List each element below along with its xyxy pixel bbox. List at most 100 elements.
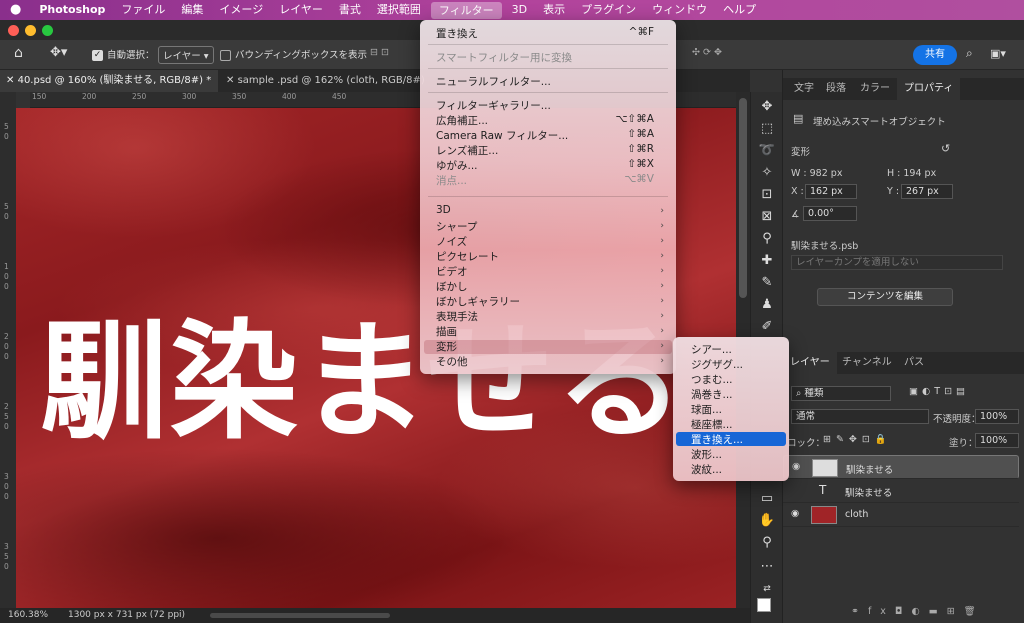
layer-comp-select[interactable]: レイヤーカンプを適用しない bbox=[791, 255, 1003, 270]
angle-field[interactable]: 0.00° bbox=[803, 206, 857, 221]
share-button[interactable]: 共有 bbox=[913, 45, 957, 65]
menu-filter[interactable]: フィルター bbox=[430, 1, 502, 19]
height-value[interactable]: H : 194 px bbox=[887, 168, 936, 179]
tab-color[interactable]: カラー bbox=[853, 78, 897, 100]
menu-item-blur[interactable]: ぼかし bbox=[436, 279, 468, 294]
submenu-item-pinch[interactable]: つまむ... bbox=[691, 372, 733, 387]
width-value[interactable]: W : 982 px bbox=[791, 168, 842, 179]
hand-tool-icon[interactable]: ✋ bbox=[757, 512, 777, 530]
y-field[interactable]: 267 px bbox=[901, 184, 953, 199]
menu-view[interactable]: 表示 bbox=[535, 0, 573, 20]
close-window-icon[interactable] bbox=[8, 25, 19, 36]
tab-document-sample[interactable]: ✕ sample .psd @ 162% (cloth, RGB/8#) bbox=[220, 70, 425, 92]
submenu-item-shear[interactable]: シアー... bbox=[691, 342, 732, 357]
menu-item-lens-correction[interactable]: レンズ補正... bbox=[436, 143, 498, 158]
search-icon[interactable]: ⌕ bbox=[966, 46, 973, 61]
layer-action-icons[interactable]: ⚭fx◘◐▬⊞🗑 bbox=[851, 606, 985, 617]
marquee-tool-icon[interactable]: ⬚ bbox=[757, 120, 777, 138]
home-icon[interactable]: ⌂ bbox=[14, 45, 23, 61]
submenu-item-zigzag[interactable]: ジグザグ... bbox=[691, 357, 743, 372]
submenu-item-polar[interactable]: 極座標... bbox=[691, 417, 733, 432]
frame-tool-icon[interactable]: ⊠ bbox=[757, 208, 777, 226]
bbox-checkbox[interactable]: バウンディングボックスを表示 bbox=[220, 47, 367, 61]
menu-item-replace[interactable]: 置き換え bbox=[436, 26, 478, 41]
menu-image[interactable]: イメージ bbox=[211, 0, 271, 20]
menu-file[interactable]: ファイル bbox=[113, 0, 173, 20]
layer-select-dropdown[interactable]: レイヤー ▾ bbox=[158, 46, 214, 64]
eyedropper-tool-icon[interactable]: ⚲ bbox=[757, 230, 777, 248]
layer-row[interactable]: ◉ 馴染ませる bbox=[783, 455, 1019, 479]
submenu-item-wave[interactable]: 波形... bbox=[691, 447, 722, 462]
menu-item-3d[interactable]: 3D bbox=[436, 204, 451, 216]
rectangle-tool-icon[interactable]: ▭ bbox=[757, 490, 777, 508]
menu-item-pixelate[interactable]: ピクセレート bbox=[436, 249, 499, 264]
more-tools-icon[interactable]: ⋯ bbox=[757, 558, 777, 576]
tab-properties[interactable]: プロパティ bbox=[897, 78, 961, 100]
workspace-icon[interactable]: ▣▾ bbox=[990, 47, 1006, 60]
tab-paragraph[interactable]: 段落 bbox=[819, 78, 853, 100]
menu-item-camera-raw[interactable]: Camera Raw フィルター... bbox=[436, 128, 568, 143]
menu-item-neural-filter[interactable]: ニューラルフィルター... bbox=[436, 74, 551, 89]
menu-item-distort[interactable]: 変形 bbox=[436, 339, 457, 354]
fill-field[interactable]: 100% bbox=[975, 433, 1019, 448]
close-tab-icon[interactable]: ✕ bbox=[226, 75, 234, 86]
tab-character[interactable]: 文字 bbox=[787, 78, 821, 100]
layer-filter-select[interactable]: ⌕ 種類 bbox=[791, 386, 891, 401]
reset-transform-icon[interactable]: ↺ bbox=[941, 142, 950, 155]
tab-channels[interactable]: チャンネル bbox=[835, 352, 899, 374]
x-field[interactable]: 162 px bbox=[805, 184, 857, 199]
lasso-tool-icon[interactable]: ➰ bbox=[757, 142, 777, 160]
menu-item-blur-gallery[interactable]: ぼかしギャラリー bbox=[436, 294, 520, 309]
tab-layers[interactable]: レイヤー bbox=[783, 352, 837, 374]
auto-select-checkbox[interactable]: ✓ 自動選択： bbox=[92, 47, 155, 61]
zoom-window-icon[interactable] bbox=[42, 25, 53, 36]
menu-item-render[interactable]: 描画 bbox=[436, 324, 457, 339]
scroll-thumb[interactable] bbox=[739, 98, 747, 298]
menu-item-stylize[interactable]: 表現手法 bbox=[436, 309, 478, 324]
menu-help[interactable]: ヘルプ bbox=[715, 0, 764, 20]
opacity-field[interactable]: 100% bbox=[975, 409, 1019, 424]
submenu-item-twirl[interactable]: 渦巻き... bbox=[691, 387, 733, 402]
menu-plugins[interactable]: プラグイン bbox=[573, 0, 644, 20]
menu-item-video[interactable]: ビデオ bbox=[436, 264, 468, 279]
blend-mode-select[interactable]: 通常 bbox=[791, 409, 929, 424]
tab-document-40[interactable]: ✕ 40.psd @ 160% (馴染ませる, RGB/8#) * bbox=[0, 70, 218, 92]
tab-paths[interactable]: パス bbox=[897, 352, 931, 374]
visibility-eye-icon[interactable]: ◉ bbox=[791, 508, 799, 519]
submenu-item-displace[interactable]: 置き換え... bbox=[691, 432, 743, 447]
visibility-eye-icon[interactable]: ◉ bbox=[792, 461, 800, 472]
menu-layer[interactable]: レイヤー bbox=[271, 0, 331, 20]
menu-item-sharpen[interactable]: シャープ bbox=[436, 219, 477, 234]
menu-window[interactable]: ウィンドウ bbox=[644, 0, 715, 20]
menu-item-adaptive-wide-angle[interactable]: 広角補正... bbox=[436, 113, 488, 128]
menu-item-filter-gallery[interactable]: フィルターギャラリー... bbox=[436, 98, 551, 113]
zoom-tool-icon[interactable]: ⚲ bbox=[757, 534, 777, 552]
menu-edit[interactable]: 編集 bbox=[173, 0, 211, 20]
menu-item-noise[interactable]: ノイズ bbox=[436, 234, 467, 249]
layer-filter-icons[interactable]: ▣◐T⊡▤ bbox=[909, 386, 969, 397]
layer-row[interactable]: ◉ cloth bbox=[783, 503, 1019, 527]
menu-type[interactable]: 書式 bbox=[331, 0, 369, 20]
move-icon[interactable]: ✥▾ bbox=[50, 45, 67, 60]
brush-tool-icon[interactable]: ✎ bbox=[757, 274, 777, 292]
menu-select[interactable]: 選択範囲 bbox=[369, 0, 429, 20]
submenu-item-spherize[interactable]: 球面... bbox=[691, 402, 722, 417]
edit-contents-button[interactable]: コンテンツを編集 bbox=[817, 288, 953, 306]
submenu-item-ripple[interactable]: 波紋... bbox=[691, 462, 722, 477]
foreground-color-swatch[interactable] bbox=[757, 598, 771, 612]
layer-row[interactable]: T 馴染ませる bbox=[783, 479, 1019, 503]
zoom-level[interactable]: 160.38% bbox=[8, 610, 48, 620]
3d-mode-icons[interactable]: ✣ ⟳ ✥ bbox=[692, 47, 722, 58]
history-brush-icon[interactable]: ✐ bbox=[757, 318, 777, 336]
crop-tool-icon[interactable]: ⊡ bbox=[757, 186, 777, 204]
align-icons[interactable]: ⊟ ⊡ bbox=[370, 47, 389, 58]
swap-colors-icon[interactable]: ⇄ bbox=[757, 580, 777, 598]
stamp-tool-icon[interactable]: ♟ bbox=[757, 296, 777, 314]
magic-wand-tool-icon[interactable]: ✧ bbox=[757, 164, 777, 182]
menu-item-other[interactable]: その他 bbox=[436, 354, 468, 369]
healing-brush-icon[interactable]: ✚ bbox=[757, 252, 777, 270]
minimize-window-icon[interactable] bbox=[25, 25, 36, 36]
apple-icon[interactable]: ● bbox=[0, 0, 31, 20]
lock-icons[interactable]: ⊞✎✥⊡🔒 bbox=[823, 434, 892, 445]
horizontal-scrollbar[interactable] bbox=[210, 613, 390, 618]
